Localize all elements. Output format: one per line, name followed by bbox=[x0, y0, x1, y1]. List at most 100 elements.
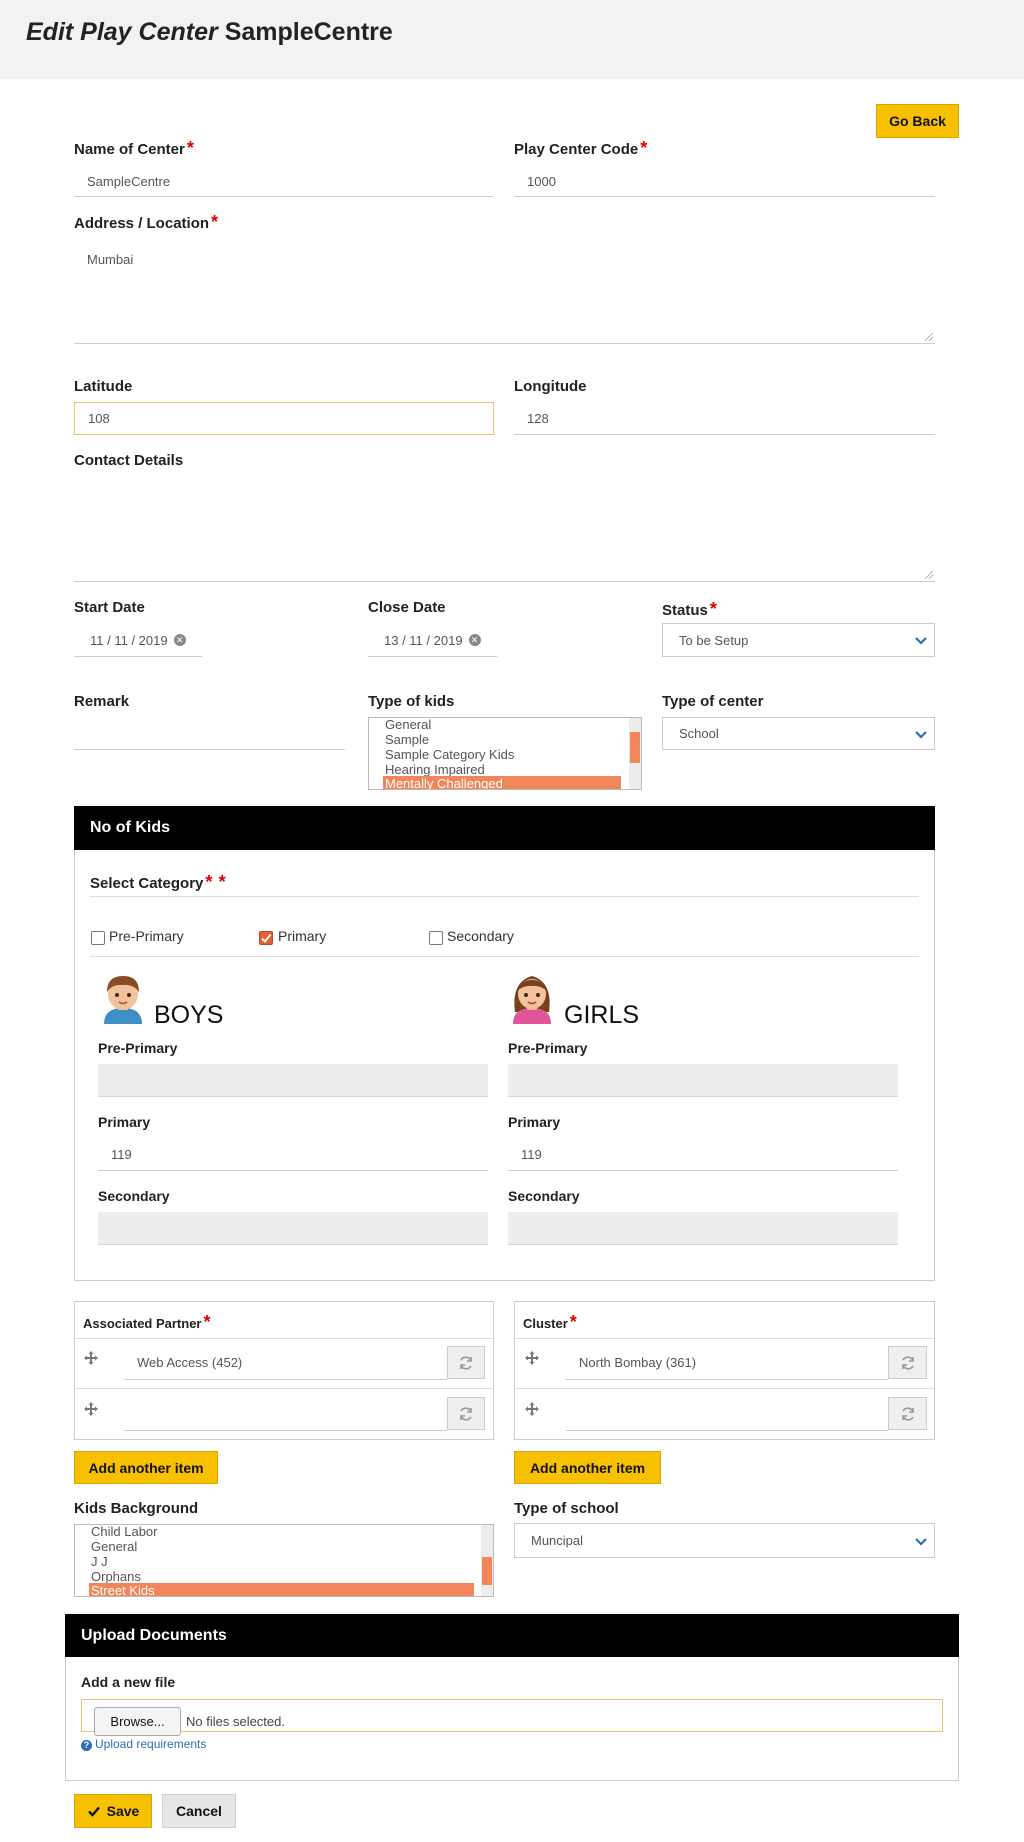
remark-input[interactable] bbox=[74, 717, 345, 750]
help-icon: ? bbox=[81, 1740, 92, 1751]
refresh-button[interactable] bbox=[447, 1346, 485, 1379]
clear-date-icon[interactable]: ✕ bbox=[468, 634, 481, 646]
required-mark: * bbox=[640, 138, 648, 158]
scrollbar-thumb[interactable] bbox=[630, 732, 640, 763]
list-item[interactable]: General bbox=[383, 718, 431, 732]
add-cluster-button[interactable]: Add another item bbox=[514, 1451, 661, 1484]
latitude-label: Latitude bbox=[74, 378, 133, 395]
drag-handle-icon[interactable] bbox=[83, 1401, 99, 1417]
associated-partner-input[interactable]: Web Access (452) bbox=[124, 1345, 447, 1380]
cluster-input[interactable] bbox=[566, 1396, 888, 1431]
cluster-label: Cluster * bbox=[523, 1312, 577, 1333]
browse-button[interactable]: Browse... bbox=[94, 1707, 181, 1736]
list-item[interactable]: Hearing Impaired bbox=[383, 762, 485, 777]
drag-handle-icon[interactable] bbox=[83, 1350, 99, 1366]
page-title: Edit Play Center SampleCentre bbox=[26, 18, 393, 47]
page-title-center-name: SampleCentre bbox=[224, 18, 393, 46]
no-of-kids-header: No of Kids bbox=[74, 806, 935, 850]
secondary-checkbox[interactable] bbox=[429, 931, 443, 945]
list-item[interactable]: Child Labor bbox=[89, 1525, 158, 1539]
girls-primary-input[interactable]: 119 bbox=[508, 1139, 898, 1171]
start-date-input[interactable]: 11 / 11 / 2019 ✕ bbox=[74, 624, 202, 657]
status-select[interactable]: To be Setup bbox=[662, 623, 935, 657]
refresh-button[interactable] bbox=[888, 1397, 927, 1430]
boys-secondary-input[interactable] bbox=[98, 1212, 488, 1245]
play-center-code-input[interactable]: 1000 bbox=[514, 166, 935, 197]
upload-requirements-link[interactable]: ? Upload requirements bbox=[81, 1737, 206, 1751]
secondary-checkbox-label: Secondary bbox=[447, 928, 514, 944]
drag-handle-icon[interactable] bbox=[524, 1401, 540, 1417]
girls-pre-primary-input[interactable] bbox=[508, 1064, 898, 1097]
save-button[interactable]: Save bbox=[74, 1794, 152, 1828]
name-of-center-input[interactable]: SampleCentre bbox=[74, 166, 493, 197]
boys-pre-primary-input[interactable] bbox=[98, 1064, 488, 1097]
refresh-button[interactable] bbox=[888, 1346, 927, 1379]
refresh-icon bbox=[901, 1355, 914, 1370]
checkmark-icon bbox=[87, 1806, 100, 1817]
type-of-center-label: Type of center bbox=[662, 693, 764, 710]
latitude-input[interactable]: 108 bbox=[74, 402, 494, 435]
list-item[interactable]: J J bbox=[89, 1554, 108, 1569]
list-item[interactable]: General bbox=[89, 1539, 137, 1554]
required-mark: * bbox=[569, 1312, 577, 1332]
boys-title: BOYS bbox=[154, 1001, 224, 1029]
address-value: Mumbai bbox=[87, 252, 134, 267]
name-of-center-label: Name of Center * bbox=[74, 138, 194, 159]
girls-secondary-input[interactable] bbox=[508, 1212, 898, 1245]
address-textarea[interactable]: Mumbai bbox=[74, 240, 935, 344]
drag-handle-icon[interactable] bbox=[524, 1350, 540, 1366]
required-mark: * bbox=[186, 138, 194, 158]
status-label-text: Status bbox=[662, 602, 708, 619]
list-item[interactable]: Orphans bbox=[89, 1569, 141, 1584]
resize-grip-icon[interactable] bbox=[925, 571, 933, 579]
chevron-down-icon bbox=[915, 637, 927, 645]
close-date-input[interactable]: 13 / 11 / 2019 ✕ bbox=[368, 624, 497, 657]
cluster-label-text: Cluster bbox=[523, 1316, 568, 1331]
status-value: To be Setup bbox=[679, 632, 749, 648]
address-label: Address / Location * bbox=[74, 212, 218, 233]
contact-details-textarea[interactable] bbox=[74, 478, 935, 582]
type-of-center-select[interactable]: School bbox=[662, 717, 935, 750]
primary-checkbox-label: Primary bbox=[278, 928, 327, 944]
required-mark: * bbox=[203, 1312, 211, 1332]
start-date-label: Start Date bbox=[74, 599, 145, 616]
list-item-selected[interactable]: Mentally Challenged bbox=[383, 776, 621, 789]
kids-background-listbox[interactable]: Child Labor General J J Orphans Street K… bbox=[74, 1524, 494, 1597]
no-files-text: No files selected. bbox=[186, 1714, 285, 1729]
list-item[interactable]: Sample Category Kids bbox=[383, 747, 514, 762]
cluster-input[interactable]: North Bombay (361) bbox=[566, 1345, 888, 1380]
required-mark: * bbox=[709, 599, 717, 619]
pre-primary-checkbox[interactable] bbox=[91, 931, 105, 945]
close-date-label: Close Date bbox=[368, 599, 446, 616]
refresh-button[interactable] bbox=[447, 1397, 485, 1430]
required-mark: * bbox=[205, 872, 213, 892]
type-of-kids-label: Type of kids bbox=[368, 693, 455, 710]
refresh-icon bbox=[901, 1406, 914, 1421]
add-partner-button[interactable]: Add another item bbox=[74, 1451, 218, 1484]
primary-checkbox[interactable] bbox=[259, 931, 273, 945]
boys-primary-input[interactable]: 119 bbox=[98, 1139, 488, 1171]
go-back-button[interactable]: Go Back bbox=[876, 104, 959, 138]
list-item-selected[interactable]: Street Kids bbox=[89, 1583, 474, 1596]
type-of-school-value: Muncipal bbox=[531, 1533, 584, 1548]
start-date-value: 11 / 11 / 2019 bbox=[90, 632, 168, 648]
girls-secondary-label: Secondary bbox=[508, 1188, 580, 1204]
required-mark: * bbox=[218, 872, 226, 892]
type-of-kids-listbox[interactable]: General Sample Sample Category Kids Hear… bbox=[368, 717, 642, 790]
play-center-code-label-text: Play Center Code bbox=[514, 141, 639, 158]
add-new-file-label: Add a new file bbox=[81, 1674, 176, 1690]
select-category-label: Select Category * * bbox=[90, 872, 226, 893]
type-of-center-value: School bbox=[679, 726, 719, 741]
upload-requirements-text[interactable]: Upload requirements bbox=[95, 1737, 206, 1751]
scrollbar-thumb[interactable] bbox=[482, 1557, 492, 1585]
clear-date-icon[interactable]: ✕ bbox=[173, 634, 186, 646]
divider bbox=[90, 896, 919, 897]
associated-partner-input[interactable] bbox=[124, 1396, 447, 1431]
longitude-input[interactable]: 128 bbox=[514, 403, 935, 435]
boy-avatar-icon bbox=[104, 976, 142, 1024]
boys-primary-label: Primary bbox=[98, 1114, 151, 1130]
type-of-school-select[interactable]: Muncipal bbox=[514, 1523, 935, 1558]
cancel-button[interactable]: Cancel bbox=[162, 1794, 236, 1828]
resize-grip-icon[interactable] bbox=[925, 333, 933, 341]
list-item[interactable]: Sample bbox=[383, 732, 429, 747]
